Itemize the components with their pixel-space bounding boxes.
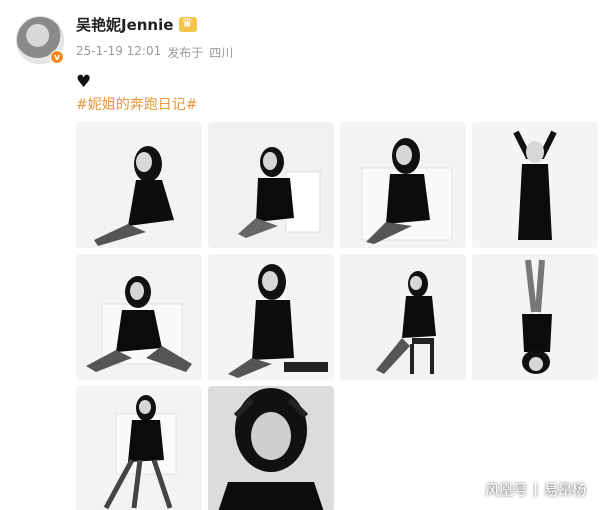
post-location: 四川 — [209, 46, 234, 60]
heart-icon: ♥ — [76, 72, 92, 92]
photo-3[interactable] — [340, 122, 466, 248]
photo-9[interactable] — [76, 386, 202, 510]
watermark-sep: | — [533, 482, 538, 498]
photo-grid — [76, 122, 598, 510]
photo-7[interactable] — [340, 254, 466, 380]
hashtag-link[interactable]: #妮姐的奔跑日记# — [76, 94, 197, 114]
photo-4[interactable] — [472, 122, 598, 248]
photo-2[interactable] — [208, 122, 334, 248]
verified-badge-icon: v — [50, 50, 64, 64]
watermark-site: 风凰号 — [485, 483, 528, 499]
username-row: 吴艳妮Jennie — [76, 14, 198, 35]
post-source-label: 发布于 — [167, 46, 204, 60]
watermark: 风凰号 | 易昂杨 — [485, 480, 586, 500]
photo-6[interactable] — [208, 254, 334, 380]
photo-1[interactable] — [76, 122, 202, 248]
post-meta: 25-1-19 12:01 发布于 四川 — [76, 44, 233, 61]
photo-5[interactable] — [76, 254, 202, 380]
weibo-post: v 吴艳妮Jennie 25-1-19 12:01 发布于 四川 ♥ #妮姐的奔… — [0, 0, 600, 510]
watermark-author: 易昂杨 — [544, 483, 586, 499]
photo-8[interactable] — [472, 254, 598, 380]
photo-10[interactable] — [208, 386, 334, 510]
post-date: 25-1-19 12:01 — [76, 44, 162, 58]
crown-badge-icon — [179, 16, 198, 32]
username[interactable]: 吴艳妮Jennie — [76, 14, 173, 35]
